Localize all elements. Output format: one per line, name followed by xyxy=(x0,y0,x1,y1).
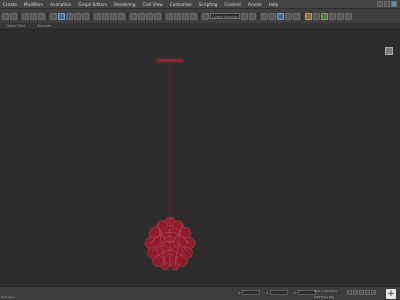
play-icon[interactable] xyxy=(359,290,364,295)
scale-icon[interactable] xyxy=(110,12,117,20)
layer-explorer-icon[interactable] xyxy=(261,12,268,20)
perspective-viewport[interactable] xyxy=(0,30,400,286)
ribbon-tab-populate[interactable]: Populate xyxy=(37,24,51,28)
main-toolbar: Create Selection Set xyxy=(0,9,400,23)
pendant-lamp-wireframe[interactable] xyxy=(144,58,196,271)
window-crossing-icon[interactable] xyxy=(82,12,89,20)
curve-editor-icon[interactable] xyxy=(277,12,284,20)
y-field[interactable] xyxy=(269,290,288,295)
toolbar-separator xyxy=(199,11,200,21)
mirror-icon[interactable] xyxy=(241,12,248,20)
select-object-icon[interactable] xyxy=(58,12,65,20)
viewport-scene xyxy=(144,58,196,271)
go-to-start-icon[interactable] xyxy=(347,290,352,295)
move-icon[interactable] xyxy=(94,12,101,20)
toolbar-separator xyxy=(127,11,128,21)
selection-set-dropdown[interactable]: Create Selection Set xyxy=(210,13,240,19)
viewcube[interactable] xyxy=(385,47,393,55)
workspace-icon-1[interactable] xyxy=(377,1,383,7)
z-label: Z: xyxy=(293,290,297,295)
toolbar-separator xyxy=(47,11,48,21)
select-manipulate-icon[interactable] xyxy=(146,12,153,20)
menu-bar: Create Modifiers Animation Graph Editors… xyxy=(0,0,400,9)
arnold-render-icon[interactable] xyxy=(345,12,352,20)
workspace-icon-2[interactable] xyxy=(384,1,390,7)
toolbar-separator xyxy=(91,11,92,21)
rendered-frame-window-icon[interactable] xyxy=(313,12,320,20)
status-bar: Roll-dans X: Y: Z: Grid = 10.0mm Add Tim… xyxy=(0,286,400,300)
toolbar-separator xyxy=(19,11,20,21)
y-coordinate: Y: xyxy=(266,290,288,295)
workspace-icon-3[interactable] xyxy=(391,1,397,7)
selection-filter-icon[interactable] xyxy=(50,12,57,20)
menu-modifiers[interactable]: Modifiers xyxy=(24,0,43,9)
link-icon[interactable] xyxy=(22,12,29,20)
schematic-view-icon[interactable] xyxy=(285,12,292,20)
snaps-toggle-icon[interactable] xyxy=(166,12,173,20)
toolbar-separator xyxy=(258,11,259,21)
render-setup-icon[interactable] xyxy=(305,12,312,20)
render-production-icon[interactable] xyxy=(321,12,328,20)
lamp-canopy xyxy=(156,58,184,63)
z-field[interactable] xyxy=(297,290,316,295)
material-editor-icon[interactable] xyxy=(293,12,300,20)
pivot-center-icon[interactable] xyxy=(138,12,145,20)
menu-graph-editors[interactable]: Graph Editors xyxy=(78,0,107,9)
toolbar-separator xyxy=(163,11,164,21)
previous-frame-icon[interactable] xyxy=(353,290,358,295)
add-time-tag[interactable]: Add Time Tag xyxy=(314,295,334,299)
select-by-name-icon[interactable] xyxy=(66,12,73,20)
placement-icon[interactable] xyxy=(118,12,125,20)
go-to-end-icon[interactable] xyxy=(371,290,376,295)
z-coordinate: Z: xyxy=(294,290,316,295)
menu-scripting[interactable]: Scripting xyxy=(199,0,218,9)
grid-size: Grid = 10.0mm xyxy=(314,289,338,293)
bind-space-warp-icon[interactable] xyxy=(38,12,45,20)
align-icon[interactable] xyxy=(249,12,256,20)
menu-customize[interactable]: Customize xyxy=(170,0,192,9)
edit-named-selection-icon[interactable] xyxy=(202,12,209,20)
unlink-icon[interactable] xyxy=(30,12,37,20)
rect-selection-icon[interactable] xyxy=(74,12,81,20)
status-text: Roll-dans xyxy=(1,295,15,299)
workspace-switcher xyxy=(377,1,397,7)
toolbar-separator xyxy=(302,11,303,21)
undo-icon[interactable] xyxy=(2,12,9,20)
coordinate-system-icon[interactable] xyxy=(130,12,137,20)
x-field[interactable] xyxy=(242,290,261,295)
auto-key-button[interactable]: + xyxy=(386,289,396,299)
a360-gallery-icon[interactable] xyxy=(337,12,344,20)
y-label: Y: xyxy=(266,290,269,295)
ribbon-tab-object-paint[interactable]: Object Paint xyxy=(6,24,25,28)
menu-rendering[interactable]: Rendering xyxy=(114,0,135,9)
spinner-snap-icon[interactable] xyxy=(190,12,197,20)
time-controls xyxy=(347,290,376,295)
rotate-icon[interactable] xyxy=(102,12,109,20)
keyboard-shortcut-override-icon[interactable] xyxy=(154,12,161,20)
coordinate-display: X: Y: Z: xyxy=(238,290,316,295)
percent-snap-icon[interactable] xyxy=(182,12,189,20)
menu-content[interactable]: Content xyxy=(224,0,241,9)
toggle-ribbon-icon[interactable] xyxy=(269,12,276,20)
menu-arnold[interactable]: Arnold xyxy=(248,0,262,9)
menu-help[interactable]: Help xyxy=(269,0,279,9)
ribbon-bar: Object Paint Populate xyxy=(0,23,400,30)
menu-animation[interactable]: Animation xyxy=(50,0,71,9)
next-frame-icon[interactable] xyxy=(365,290,370,295)
x-coordinate: X: xyxy=(238,290,261,295)
angle-snap-icon[interactable] xyxy=(174,12,181,20)
render-in-cloud-icon[interactable] xyxy=(329,12,336,20)
x-label: X: xyxy=(238,290,242,295)
menu-create[interactable]: Create xyxy=(3,0,17,9)
menu-civil-view[interactable]: Civil View xyxy=(143,0,163,9)
redo-icon[interactable] xyxy=(10,12,17,20)
